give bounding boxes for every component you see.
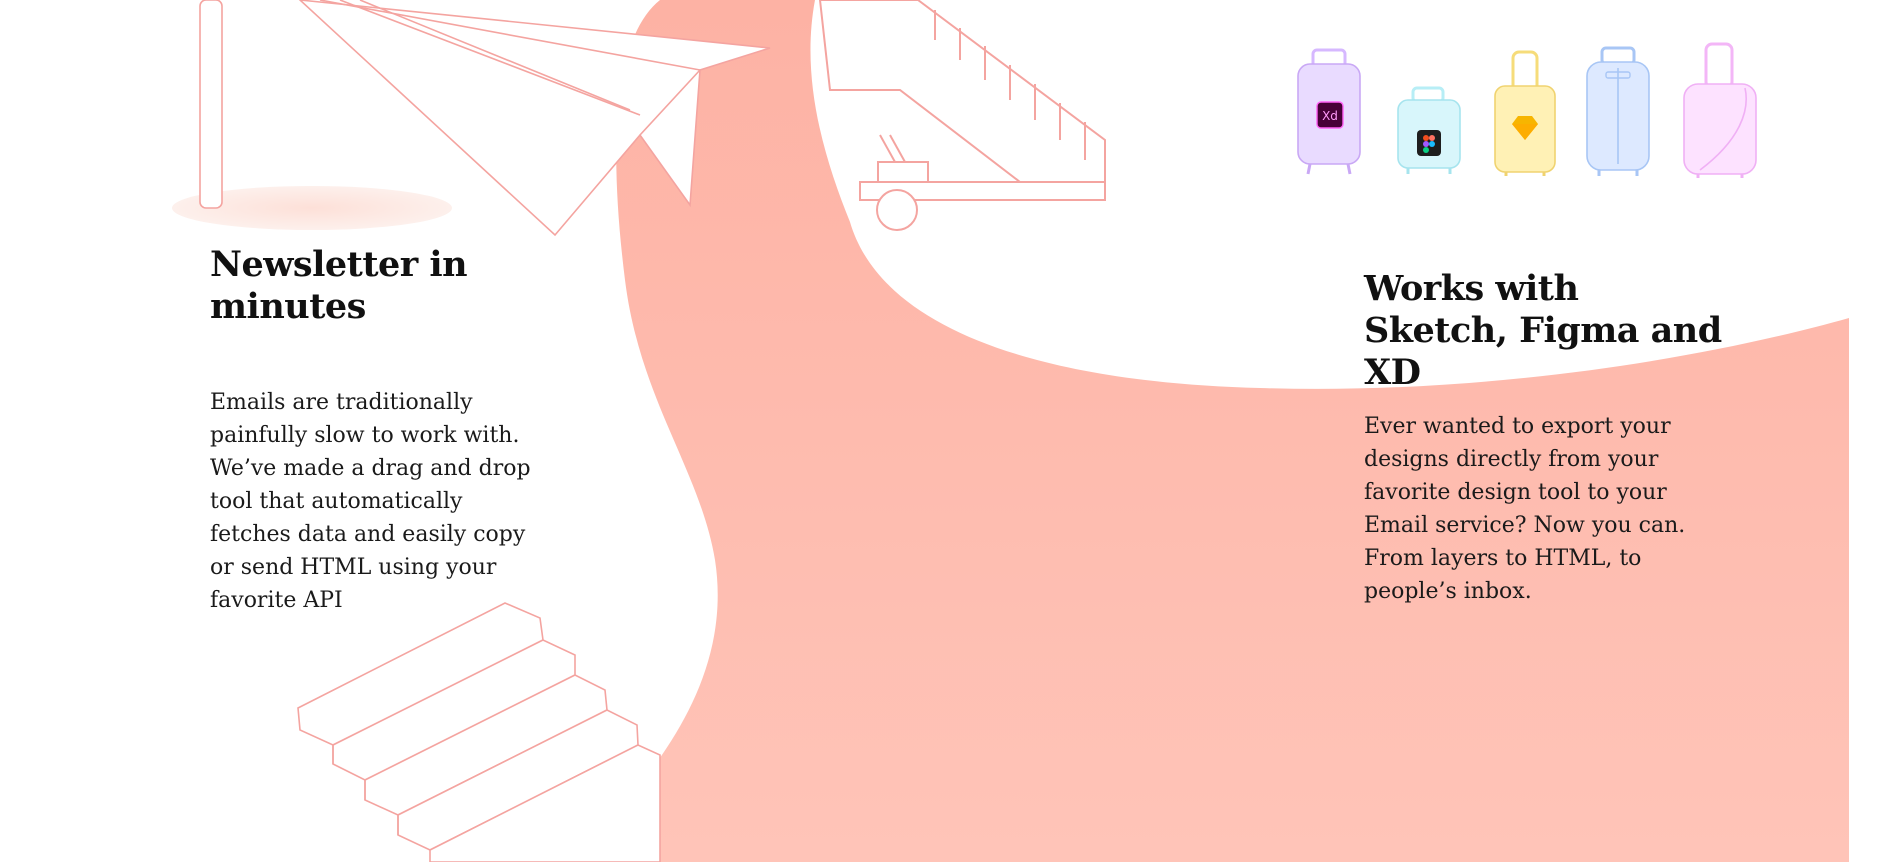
- suitcase-figma-icon: [1397, 86, 1461, 174]
- feature-title-newsletter: Newsletter in minutes: [210, 244, 468, 327]
- suitcase-blue-icon: [1586, 46, 1650, 176]
- suitcase-pink-icon: [1683, 42, 1757, 178]
- suitcase-sketch-icon: [1494, 50, 1556, 176]
- pole: [199, 0, 223, 209]
- steps-icon: [297, 602, 661, 862]
- svg-text:Xd: Xd: [1322, 109, 1338, 123]
- feature-description-newsletter: Emails are traditionally painfully slow …: [210, 390, 531, 613]
- feature-description-design-tools: Ever wanted to export your designs direc…: [1364, 414, 1686, 604]
- suitcase-xd-icon: Xd: [1297, 48, 1361, 175]
- boarding-stairs-icon: [818, 0, 1106, 231]
- feature-title-design-tools: Works with Sketch, Figma and XD: [1364, 268, 1722, 393]
